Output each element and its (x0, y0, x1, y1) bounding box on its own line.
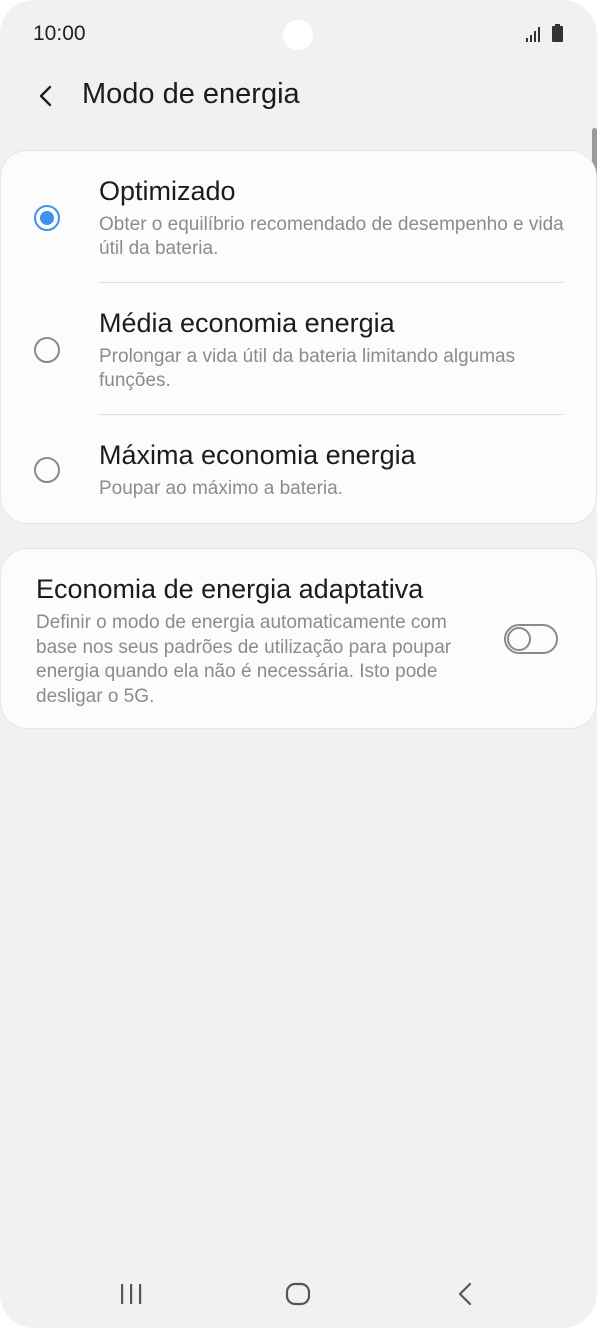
navigation-bar (0, 1258, 597, 1328)
adaptive-power-card[interactable]: Economia de energia adaptativa Definir o… (1, 549, 596, 728)
signal-icon (526, 27, 540, 42)
adaptive-toggle[interactable] (504, 624, 558, 654)
back-nav-button[interactable] (441, 1274, 489, 1314)
front-camera (283, 20, 313, 50)
phone-screen: 10:00 Modo de energia Optimizado Obter o… (0, 0, 597, 1328)
option-title: Máxima economia energia (99, 440, 416, 470)
radio-optimized[interactable] (34, 205, 60, 231)
option-description: Obter o equilíbrio recomendado de desemp… (99, 214, 564, 259)
header: Modo de energia (0, 68, 597, 124)
radio-maximum[interactable] (34, 457, 60, 483)
option-maximum[interactable]: Máxima economia energia Poupar ao máximo… (1, 415, 596, 523)
page-title: Modo de energia (82, 78, 300, 110)
back-icon (458, 1282, 472, 1306)
option-title: Média economia energia (99, 308, 395, 338)
adaptive-title: Economia de energia adaptativa (36, 574, 424, 604)
status-time: 10:00 (33, 22, 86, 45)
recent-apps-icon (121, 1284, 142, 1304)
status-bar: 10:00 (0, 0, 597, 68)
option-optimized[interactable]: Optimizado Obter o equilíbrio recomendad… (1, 151, 596, 282)
toggle-knob (507, 627, 531, 651)
back-button[interactable] (24, 74, 68, 118)
radio-medium[interactable] (34, 337, 60, 363)
battery-icon (552, 24, 563, 42)
power-mode-card: Optimizado Obter o equilíbrio recomendad… (1, 151, 596, 523)
home-button[interactable] (274, 1274, 322, 1314)
option-title: Optimizado (99, 176, 236, 206)
option-description: Prolongar a vida útil da bateria limitan… (99, 346, 516, 391)
recent-apps-button[interactable] (107, 1274, 155, 1314)
option-description: Poupar ao máximo a bateria. (99, 478, 343, 499)
adaptive-description: Definir o modo de energia automaticament… (36, 612, 452, 707)
chevron-left-icon (39, 85, 52, 107)
home-icon (285, 1282, 311, 1306)
option-medium[interactable]: Média economia energia Prolongar a vida … (1, 283, 596, 414)
